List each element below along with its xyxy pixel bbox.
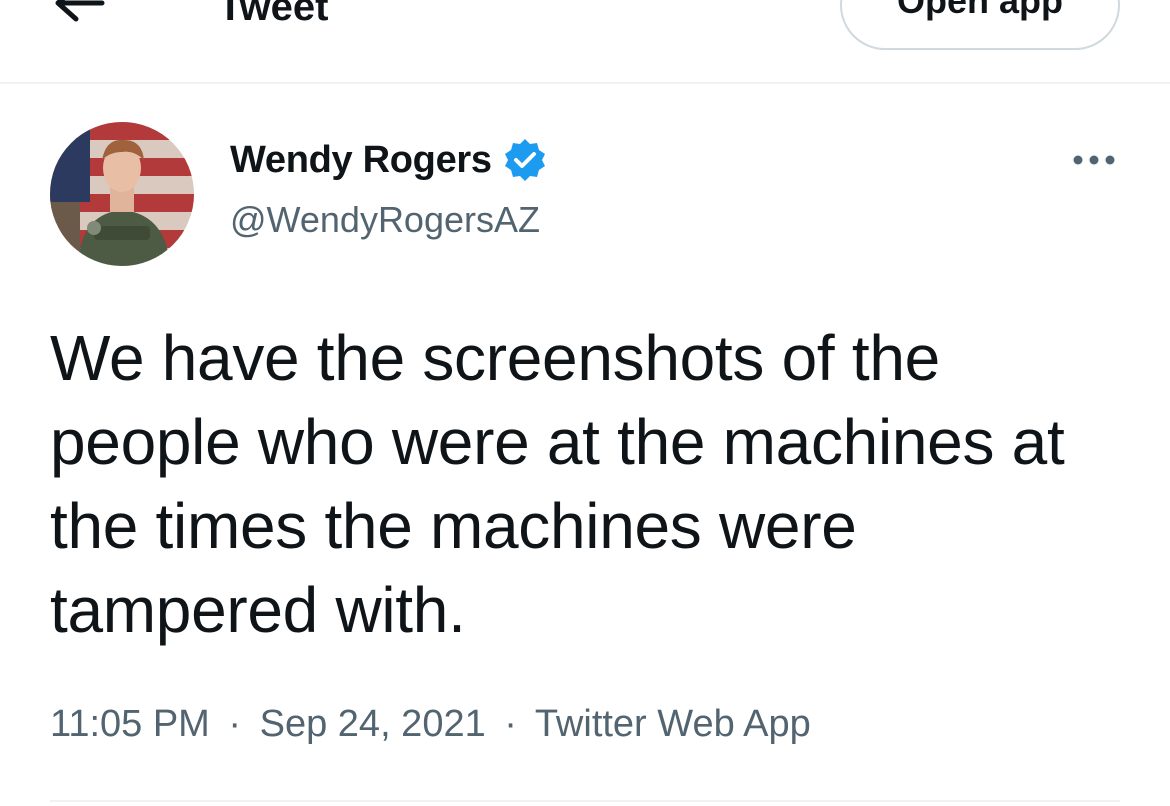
author-handle[interactable]: @WendyRogersAZ xyxy=(230,196,540,244)
more-options-button[interactable] xyxy=(1068,142,1120,178)
tweet-date[interactable]: Sep 24, 2021 xyxy=(260,703,486,745)
separator-dot: · xyxy=(504,703,517,745)
open-app-button[interactable]: Open app xyxy=(840,0,1120,50)
back-arrow-icon xyxy=(48,0,108,28)
separator-dot: · xyxy=(228,703,242,745)
back-button[interactable] xyxy=(48,0,108,28)
author-name-row[interactable]: Wendy Rogers xyxy=(230,136,548,184)
more-options-icon xyxy=(1068,142,1120,178)
divider xyxy=(50,800,1120,802)
author-name[interactable]: Wendy Rogers xyxy=(230,139,492,182)
top-navigation-bar: Tweet Open app xyxy=(0,0,1170,84)
avatar[interactable] xyxy=(50,122,194,266)
tweet-text: We have the screenshots of the people wh… xyxy=(50,322,1065,646)
verified-badge-icon xyxy=(502,137,548,183)
tweet-source[interactable]: Twitter Web App xyxy=(535,703,811,745)
tweet-metadata: 11:05 PM · Sep 24, 2021 · Twitter Web Ap… xyxy=(50,698,811,750)
page-title: Tweet xyxy=(218,0,329,29)
tweet-time[interactable]: 11:05 PM xyxy=(50,703,210,745)
